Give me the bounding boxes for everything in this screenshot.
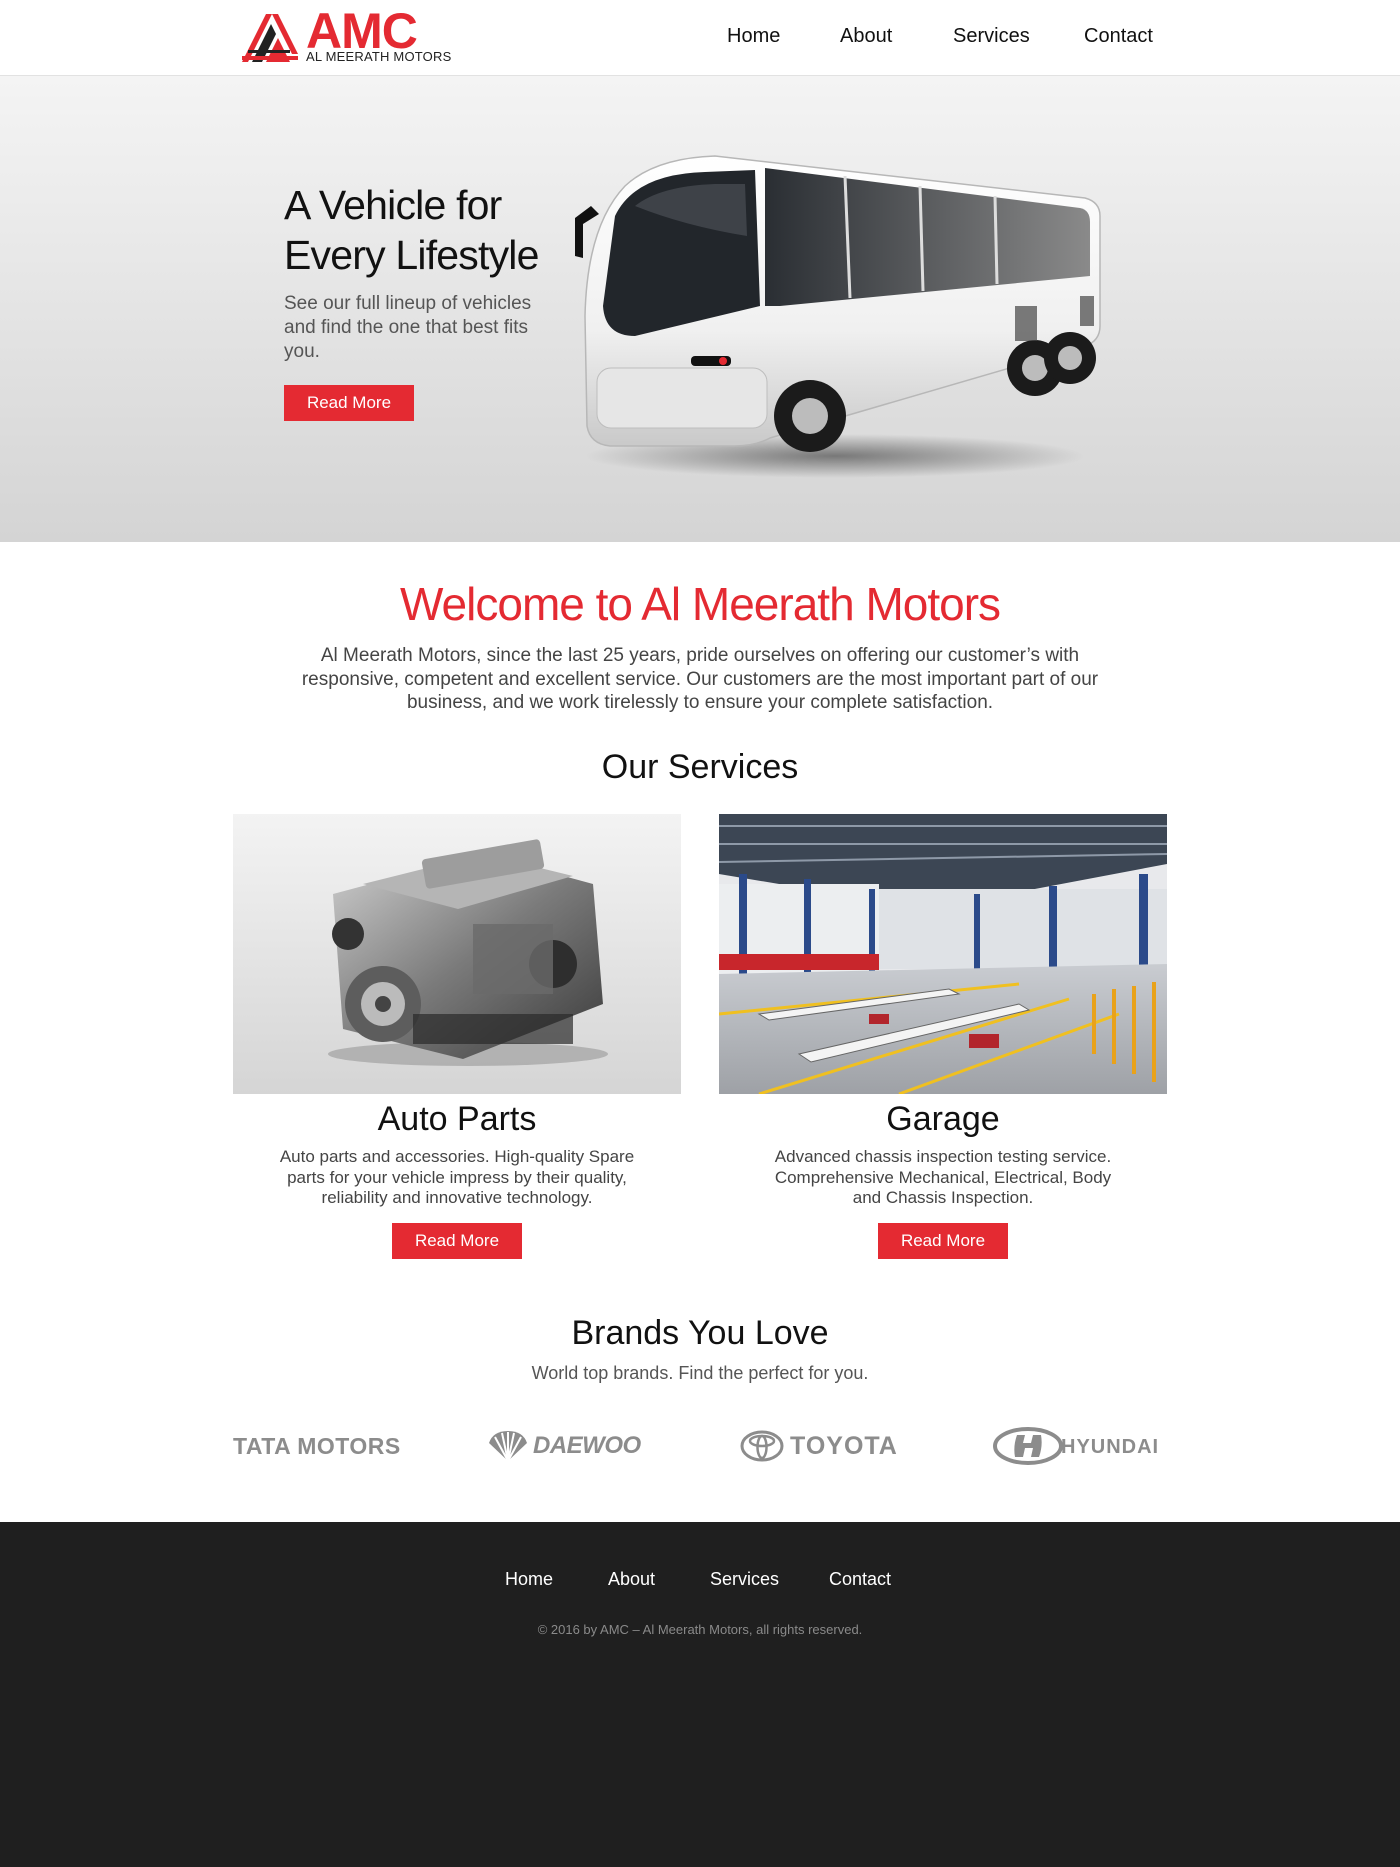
nav-contact[interactable]: Contact — [1084, 22, 1153, 50]
services-title: Our Services — [601, 748, 799, 786]
site-footer: Home About Services Contact © 2016 by AM… — [0, 1522, 1400, 1867]
amc-logo-mark-icon — [242, 14, 298, 62]
brand-logo-hyundai[interactable]: HYUNDAI — [993, 1426, 1169, 1466]
hero-title: A Vehicle for Every Lifestyle — [284, 180, 584, 280]
hero-text: See our full lineup of vehicles and find… — [284, 293, 532, 362]
hero-title-line1: A Vehicle for — [284, 182, 502, 228]
brand-logo-daewoo[interactable]: DAEWOO — [487, 1426, 663, 1466]
brand-name-toyota: TOYOTA — [790, 1432, 898, 1460]
service-title-garage: Garage — [886, 1100, 1000, 1138]
welcome-title: Welcome to Al Meerath Motors — [399, 578, 1001, 630]
service-card-auto-parts: Auto Parts Auto parts and accessories. H… — [233, 814, 681, 1259]
service-text-garage: Advanced chassis inspection testing serv… — [774, 1147, 1112, 1207]
daewoo-shell-icon — [489, 1431, 527, 1462]
brand-name-tata-motors: TATA MOTORS — [233, 1433, 401, 1459]
auto-parts-read-more-button[interactable]: Read More — [392, 1222, 522, 1259]
footer-nav-about[interactable]: About — [608, 1566, 655, 1592]
nav-home[interactable]: Home — [727, 22, 780, 50]
brands-subtitle: World top brands. Find the perfect for y… — [531, 1363, 869, 1383]
coach-bus-image — [575, 155, 1101, 478]
brand-logo-toyota[interactable]: TOYOTA — [740, 1426, 916, 1466]
footer-nav: Home About Services Contact — [0, 1566, 1400, 1596]
brand-name-daewoo: DAEWOO — [533, 1432, 641, 1459]
main-nav: Home About Services Contact — [700, 22, 1170, 52]
nav-about[interactable]: About — [840, 22, 892, 50]
logo-subtext: AL MEERATH MOTORS — [306, 49, 452, 64]
site-header: AMC AL MEERATH MOTORS Home About Service… — [0, 0, 1400, 76]
logo[interactable]: AMC AL MEERATH MOTORS — [240, 6, 455, 66]
brands-title: Brands You Love — [571, 1314, 829, 1352]
hero-read-more-button[interactable]: Read More — [284, 385, 414, 421]
hero-banner: A Vehicle for Every Lifestyle See our fu… — [0, 76, 1400, 542]
toyota-emblem-icon — [740, 1430, 784, 1462]
service-text-auto-parts: Auto parts and accessories. High-quality… — [279, 1147, 635, 1207]
brand-logo-tata-motors[interactable]: TATA MOTORS — [233, 1426, 409, 1466]
nav-services[interactable]: Services — [953, 22, 1030, 50]
garage-read-more-button[interactable]: Read More — [878, 1222, 1008, 1259]
hyundai-emblem-icon — [993, 1427, 1063, 1465]
footer-nav-home[interactable]: Home — [505, 1566, 553, 1592]
brand-name-hyundai: HYUNDAI — [1061, 1436, 1160, 1458]
footer-nav-contact[interactable]: Contact — [829, 1566, 891, 1592]
engine-image — [233, 814, 681, 1094]
welcome-text: Al Meerath Motors, since the last 25 yea… — [301, 645, 1099, 713]
copyright-text: © 2016 by AMC – Al Meerath Motors, all r… — [537, 1622, 863, 1637]
footer-nav-services[interactable]: Services — [710, 1566, 779, 1592]
hero-title-line2: Every Lifestyle — [284, 232, 539, 278]
service-title-auto-parts: Auto Parts — [377, 1100, 537, 1138]
service-card-garage: Garage Advanced chassis inspection testi… — [719, 814, 1167, 1259]
garage-image — [719, 814, 1167, 1094]
